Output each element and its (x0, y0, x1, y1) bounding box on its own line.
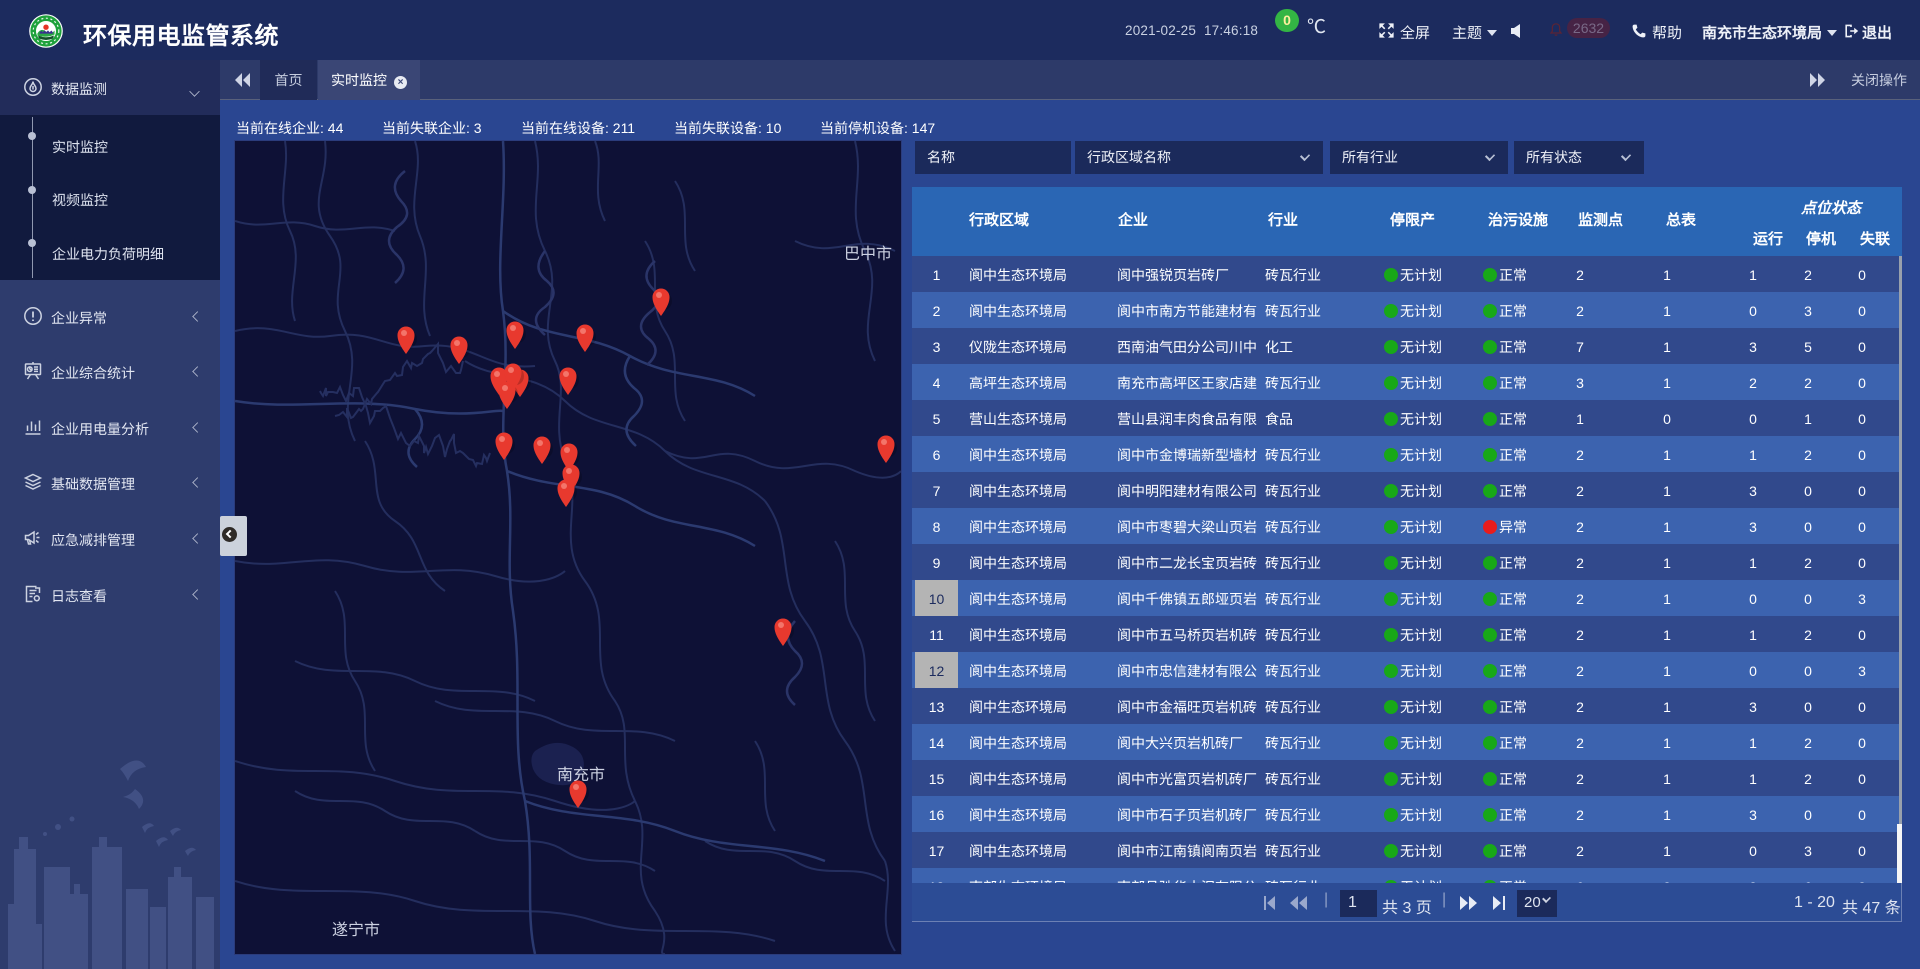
svg-text:遂宁市: 遂宁市 (332, 916, 380, 940)
svg-text:巴中市: 巴中市 (844, 240, 892, 264)
